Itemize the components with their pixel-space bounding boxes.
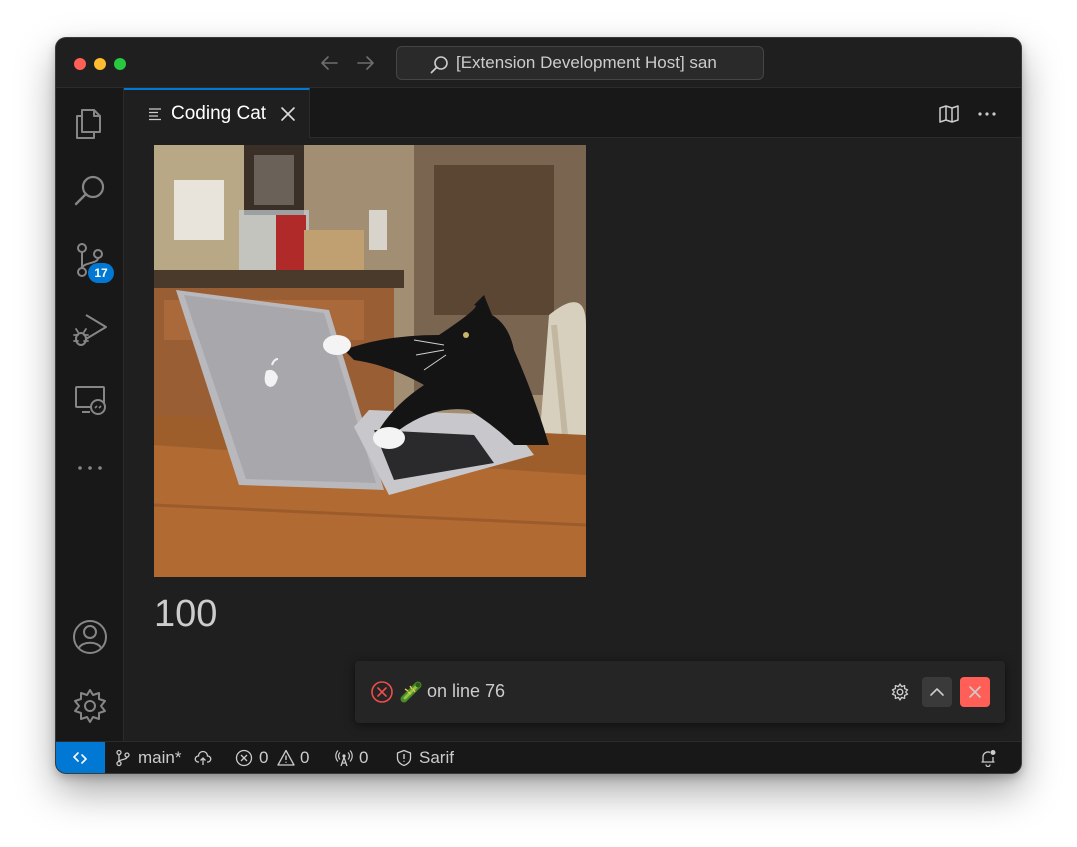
notifications-bell-button[interactable]	[979, 742, 1001, 773]
tab-coding-cat[interactable]: Coding Cat	[124, 88, 310, 138]
title-bar: [Extension Development Host] san	[56, 38, 1021, 88]
more-icon[interactable]	[70, 448, 110, 488]
sarif-status-item[interactable]: Sarif	[395, 742, 465, 773]
problems-status-item[interactable]: 0 0	[235, 742, 315, 773]
manage-gear-icon[interactable]	[70, 686, 110, 726]
explorer-icon[interactable]	[70, 102, 110, 142]
window-close-button[interactable]	[74, 58, 86, 70]
accounts-icon[interactable]	[70, 617, 110, 657]
shield-icon	[396, 749, 412, 767]
notification-settings-button[interactable]	[885, 677, 915, 707]
cloud-upload-icon	[194, 750, 212, 765]
warning-icon	[277, 749, 295, 766]
more-actions-icon[interactable]	[976, 103, 998, 125]
notification-expand-button[interactable]	[922, 677, 952, 707]
coding-cat-image	[154, 145, 586, 577]
search-icon[interactable]	[70, 171, 110, 211]
branch-status-item[interactable]: main*	[114, 742, 216, 773]
branch-name: main*	[138, 748, 182, 767]
go-back-icon[interactable]	[318, 52, 340, 74]
error-count: 0	[259, 748, 269, 767]
branch-icon	[116, 749, 130, 767]
remote-indicator-button[interactable]	[56, 742, 105, 773]
search-icon	[429, 54, 449, 74]
vscode-window: [Extension Development Host] san 17 Codi…	[56, 38, 1021, 773]
window-zoom-button[interactable]	[114, 58, 126, 70]
notification-toast: on line 76	[355, 661, 1005, 723]
error-icon	[370, 680, 394, 704]
map-icon[interactable]	[938, 103, 960, 125]
webview-panel: 100	[124, 138, 1021, 741]
editor-tab-bar: Coding Cat	[124, 88, 1021, 138]
close-icon[interactable]	[279, 105, 297, 123]
command-center[interactable]: [Extension Development Host] san	[396, 46, 764, 80]
bell-dot-icon	[981, 750, 996, 767]
notification-close-button[interactable]	[960, 677, 990, 707]
bug-icon	[400, 679, 424, 703]
sarif-label: Sarif	[419, 748, 454, 767]
run-debug-icon[interactable]	[70, 309, 110, 349]
broadcast-icon	[335, 750, 353, 767]
tab-label: Coding Cat	[171, 103, 267, 124]
ports-status-item[interactable]: 0	[335, 742, 375, 773]
warning-count: 0	[300, 748, 310, 767]
status-bar: main* 0 0 0 Sarif	[56, 741, 1021, 773]
window-minimize-button[interactable]	[94, 58, 106, 70]
notification-message: on line 76	[427, 681, 506, 701]
preview-icon	[148, 107, 162, 121]
activity-bar: 17	[56, 88, 124, 741]
counter-value: 100	[154, 593, 218, 635]
source-control-badge: 17	[88, 263, 114, 283]
command-center-label: [Extension Development Host] san	[456, 53, 717, 72]
error-count-icon	[235, 749, 253, 767]
remote-explorer-icon[interactable]	[70, 379, 110, 419]
go-forward-icon[interactable]	[355, 52, 377, 74]
ports-count: 0	[359, 748, 369, 767]
